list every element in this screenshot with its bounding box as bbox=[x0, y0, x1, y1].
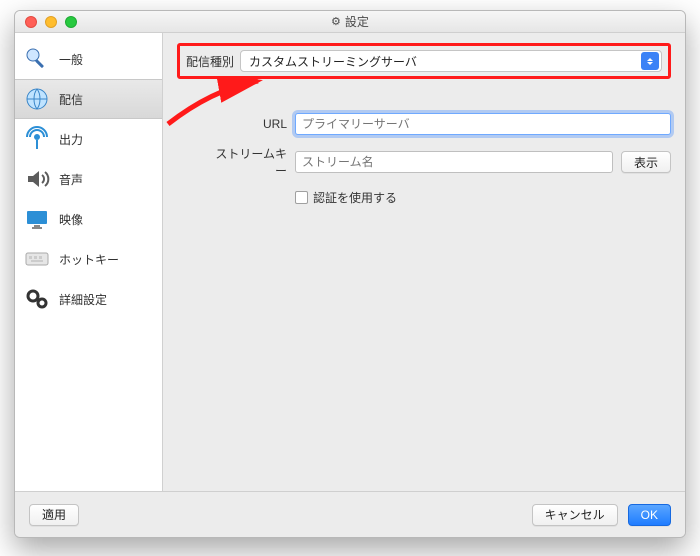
window-title: 設定 bbox=[345, 13, 369, 30]
sidebar: 一般 配信 出力 音声 bbox=[15, 33, 163, 491]
chevron-updown-icon bbox=[641, 52, 659, 70]
close-icon[interactable] bbox=[25, 16, 37, 28]
sidebar-item-label: 出力 bbox=[59, 131, 83, 148]
sidebar-item-label: 一般 bbox=[59, 51, 83, 68]
content-pane: 配信種別 カスタムストリーミングサーバ bbox=[163, 33, 685, 491]
minimize-icon[interactable] bbox=[45, 16, 57, 28]
sidebar-item-general[interactable]: 一般 bbox=[15, 39, 162, 79]
gear-icon: ⚙ bbox=[331, 15, 341, 28]
stream-type-row: 配信種別 カスタムストリーミングサーバ bbox=[177, 43, 671, 79]
stream-type-value: カスタムストリーミングサーバ bbox=[249, 53, 417, 70]
sidebar-item-video[interactable]: 映像 bbox=[15, 199, 162, 239]
auth-checkbox[interactable] bbox=[295, 191, 308, 204]
cancel-button[interactable]: キャンセル bbox=[532, 504, 618, 526]
sidebar-item-label: ホットキー bbox=[59, 251, 119, 268]
auth-label: 認証を使用する bbox=[313, 189, 397, 206]
url-row: URL bbox=[207, 113, 671, 135]
auth-row: 認証を使用する bbox=[295, 189, 671, 206]
sidebar-item-advanced[interactable]: 詳細設定 bbox=[15, 279, 162, 319]
footer: 適用 キャンセル OK bbox=[15, 491, 685, 537]
keyboard-icon bbox=[23, 245, 51, 273]
wrench-icon bbox=[23, 45, 51, 73]
apply-button[interactable]: 適用 bbox=[29, 504, 79, 526]
monitor-icon bbox=[23, 205, 51, 233]
traffic-lights bbox=[15, 16, 77, 28]
sidebar-item-output[interactable]: 出力 bbox=[15, 119, 162, 159]
sidebar-item-stream[interactable]: 配信 bbox=[15, 79, 162, 119]
sidebar-item-audio[interactable]: 音声 bbox=[15, 159, 162, 199]
sidebar-item-label: 音声 bbox=[59, 171, 83, 188]
gears-icon bbox=[23, 285, 51, 313]
stream-key-label: ストリームキー bbox=[207, 145, 287, 179]
stream-type-label: 配信種別 bbox=[186, 53, 234, 70]
settings-window: ⚙ 設定 一般 配信 bbox=[14, 10, 686, 538]
sidebar-item-label: 映像 bbox=[59, 211, 83, 228]
titlebar: ⚙ 設定 bbox=[15, 11, 685, 33]
zoom-icon[interactable] bbox=[65, 16, 77, 28]
stream-key-input[interactable] bbox=[295, 151, 613, 173]
antenna-icon bbox=[23, 125, 51, 153]
url-label: URL bbox=[207, 117, 287, 131]
url-input[interactable] bbox=[295, 113, 671, 135]
show-key-button[interactable]: 表示 bbox=[621, 151, 671, 173]
stream-type-select[interactable]: カスタムストリーミングサーバ bbox=[240, 50, 662, 72]
stream-key-row: ストリームキー 表示 bbox=[207, 145, 671, 179]
globe-icon bbox=[23, 85, 51, 113]
speaker-icon bbox=[23, 165, 51, 193]
ok-button[interactable]: OK bbox=[628, 504, 671, 526]
sidebar-item-hotkeys[interactable]: ホットキー bbox=[15, 239, 162, 279]
sidebar-item-label: 詳細設定 bbox=[59, 291, 107, 308]
sidebar-item-label: 配信 bbox=[59, 91, 83, 108]
